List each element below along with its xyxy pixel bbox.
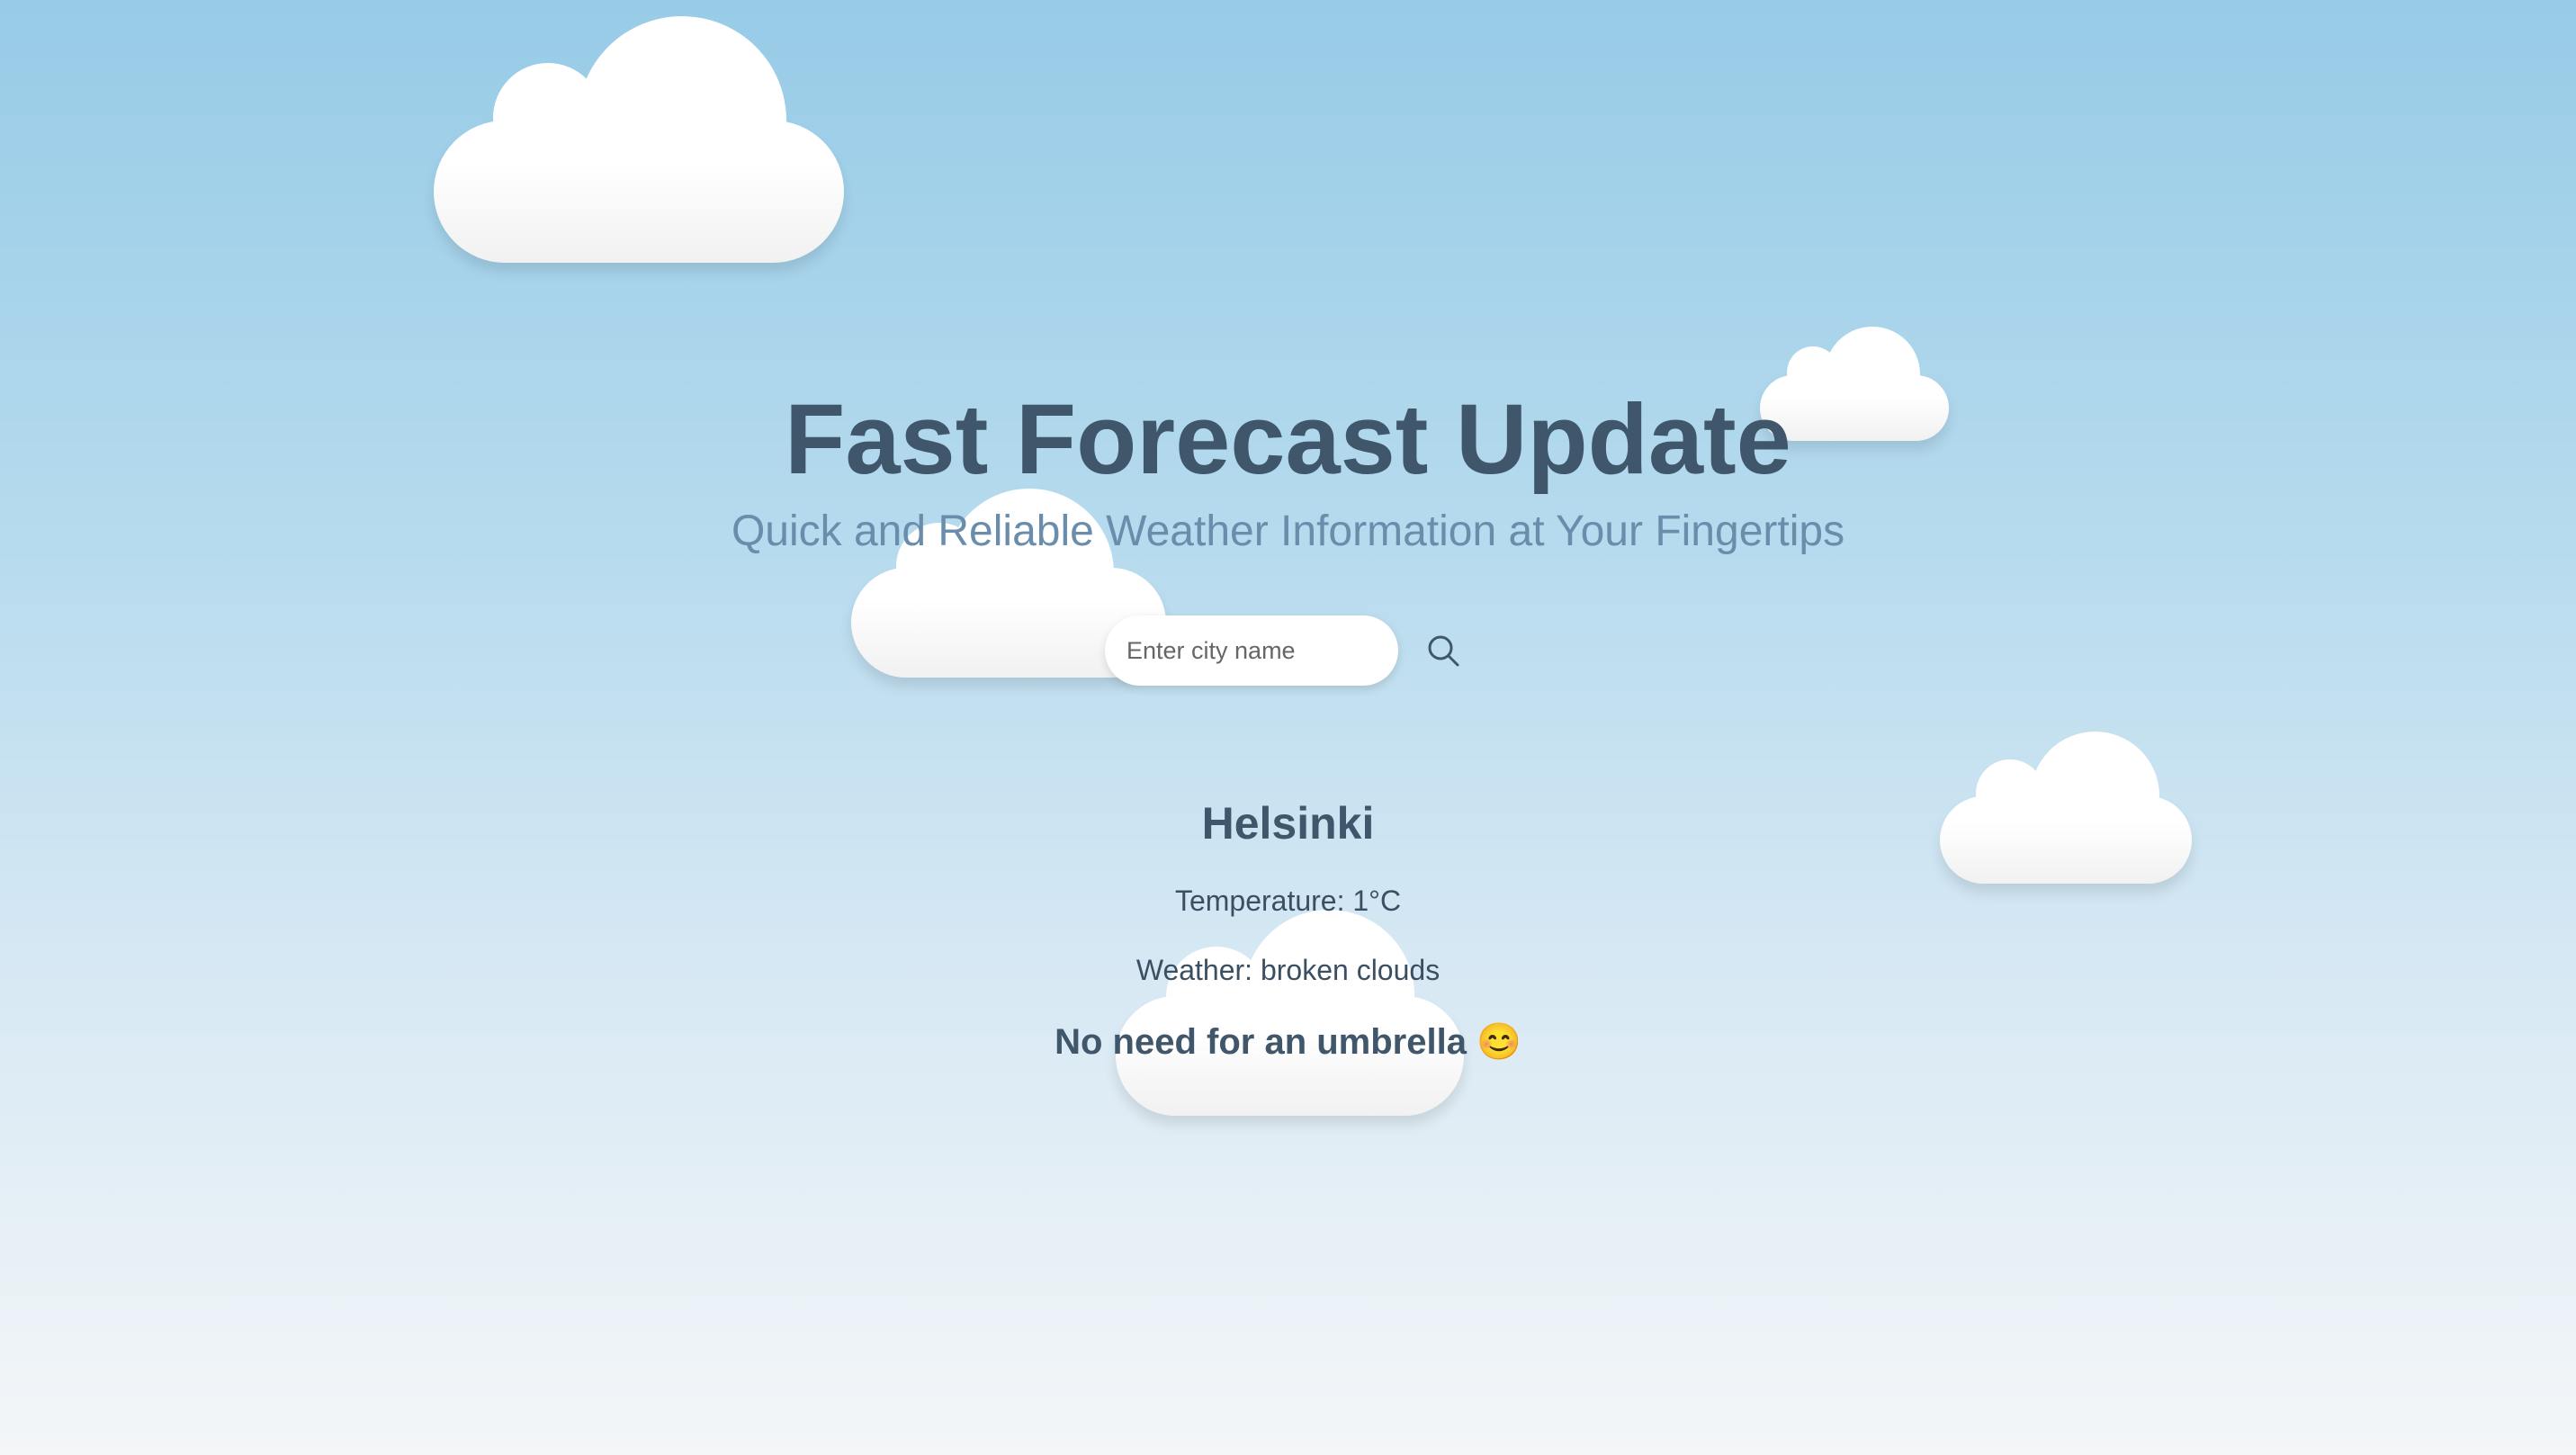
city-search-input[interactable]	[1105, 615, 1398, 686]
city-name: Helsinki	[1201, 798, 1375, 849]
temperature-text: Temperature: 1°C	[1174, 885, 1402, 917]
weather-description: Weather: broken clouds	[1135, 954, 1441, 986]
cloud-icon	[434, 16, 844, 263]
search-bar	[1105, 615, 1470, 686]
page-subtitle: Quick and Reliable Weather Information a…	[731, 507, 1845, 555]
cloud-icon	[1116, 910, 1464, 1116]
page-title: Fast Forecast Update	[785, 384, 1791, 495]
umbrella-message: No need for an umbrella 😊	[1055, 1022, 1521, 1062]
search-icon	[1428, 635, 1459, 667]
search-button[interactable]	[1416, 624, 1470, 678]
